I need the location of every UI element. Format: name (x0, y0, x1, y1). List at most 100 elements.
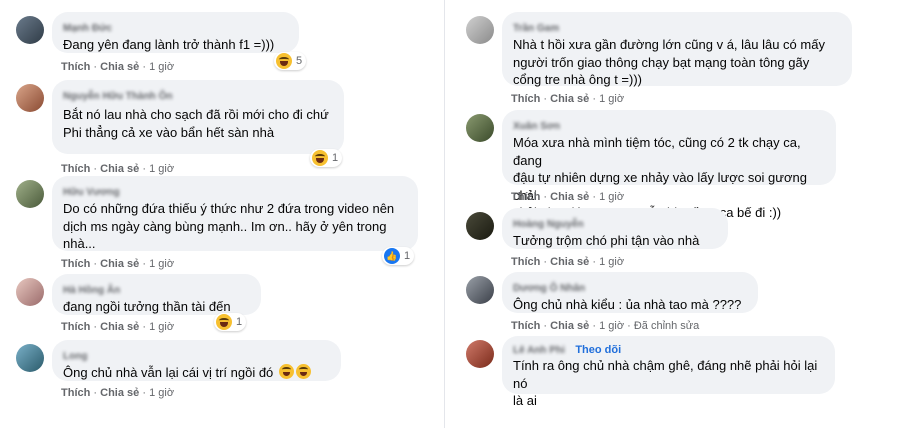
reaction-count: 5 (296, 55, 303, 67)
comment-header: Lê Anh Phi Theo dõi (513, 342, 824, 357)
share-link[interactable]: Chia sẻ (100, 61, 139, 73)
comment-author[interactable]: Hữu Vương (63, 186, 120, 199)
comment: Hoàng Nguyễn Tưởng trộm chó phi tận vào … (466, 208, 766, 268)
timestamp[interactable]: 1 giờ (599, 320, 624, 332)
comment-text: Nhà t hồi xưa gần đường lớn cũng v á, lâ… (513, 37, 825, 87)
column-divider (444, 0, 445, 428)
share-link[interactable]: Chia sẻ (100, 321, 139, 333)
comment-author[interactable]: Xuân Sơn (513, 120, 560, 133)
avatar[interactable] (466, 212, 494, 240)
share-link[interactable]: Chia sẻ (100, 387, 139, 399)
like-link[interactable]: Thích (61, 258, 90, 270)
comment: Hữu Vương Do có những đứa thiếu ý thức n… (16, 176, 436, 271)
comment-actions: Thích · Chia sẻ · 1 giờ (511, 191, 625, 203)
like-link[interactable]: Thích (511, 320, 540, 332)
comment-actions: Thích · Chia sẻ · 1 giờ (61, 61, 175, 73)
comment: Mạnh Đức Đang yên đang lành trở thành f1… (16, 12, 316, 73)
timestamp[interactable]: 1 giờ (599, 256, 624, 268)
comment: Dương Ô Nhân Ông chủ nhà kiểu : ủa nhà t… (466, 272, 796, 332)
haha-icon (278, 364, 294, 379)
share-link[interactable]: Chia sẻ (550, 256, 589, 268)
timestamp[interactable]: 1 giờ (149, 258, 174, 270)
avatar[interactable] (16, 16, 44, 44)
avatar[interactable] (16, 84, 44, 112)
share-link[interactable]: Chia sẻ (550, 93, 589, 105)
comment-bubble: Mạnh Đức Đang yên đang lành trở thành f1… (52, 12, 299, 53)
edited-label[interactable]: Đã chỉnh sửa (634, 320, 699, 332)
comment-text: Tưởng trộm chó phi tận vào nhà (513, 233, 700, 248)
reaction-count: 1 (332, 152, 339, 164)
comment-bubble: Dương Ô Nhân Ông chủ nhà kiểu : ủa nhà t… (502, 272, 758, 313)
comment-bubble: Long Ông chủ nhà vẫn lại cái vị trí ngồi… (52, 340, 341, 381)
share-link[interactable]: Chia sẻ (550, 191, 589, 203)
share-link[interactable]: Chia sẻ (100, 258, 139, 270)
reaction-badge[interactable]: 1 (310, 149, 343, 167)
avatar[interactable] (466, 340, 494, 368)
like-link[interactable]: Thích (61, 61, 90, 73)
comment-text: Bắt nó lau nhà cho sạch đã rồi mới cho đ… (63, 107, 329, 140)
comment-text-content: Ông chủ nhà vẫn lại cái vị trí ngồi đó (63, 365, 274, 380)
reaction-count: 1 (404, 250, 411, 262)
comment-bubble: Xuân Sơn Móa xưa nhà mình tiệm tóc, cũng… (502, 110, 836, 220)
haha-icon (312, 150, 328, 166)
comment-bubble: Nguyễn Hữu Thành Ôn Bắt nó lau nhà cho s… (52, 80, 344, 154)
comment-actions: Thích · Chia sẻ · 1 giờ (61, 258, 175, 270)
reaction-badge[interactable]: 5 (274, 52, 307, 70)
comment: Hà Hồng Ân đang ngồi tưởng thần tài đến … (16, 274, 266, 334)
comment-text: Ông chủ nhà kiểu : ủa nhà tao mà ???? (513, 297, 742, 312)
share-link[interactable]: Chia sẻ (100, 163, 139, 175)
comment: Long Ông chủ nhà vẫn lại cái vị trí ngồi… (16, 340, 346, 402)
timestamp[interactable]: 1 giờ (149, 61, 174, 73)
like-link[interactable]: Thích (61, 163, 90, 175)
comment-bubble: Lê Anh Phi Theo dõi Tính ra ông chủ nhà … (502, 336, 835, 408)
reaction-badge[interactable]: 👍 1 (382, 247, 415, 265)
share-link[interactable]: Chia sẻ (550, 320, 589, 332)
comment: Xuân Sơn Móa xưa nhà mình tiệm tóc, cũng… (466, 110, 906, 220)
avatar[interactable] (466, 276, 494, 304)
avatar[interactable] (466, 16, 494, 44)
comment-text: Do có những đứa thiếu ý thức như 2 đứa t… (63, 201, 395, 251)
comment-author[interactable]: Trần Gam (513, 22, 559, 35)
like-link[interactable]: Thích (511, 93, 540, 105)
avatar[interactable] (16, 180, 44, 208)
like-link[interactable]: Thích (61, 321, 90, 333)
comment-actions: Thích · Chia sẻ · 1 giờ (61, 163, 175, 175)
like-link[interactable]: Thích (61, 387, 90, 399)
timestamp[interactable]: 1 giờ (149, 321, 174, 333)
comment-bubble: Hà Hồng Ân đang ngồi tưởng thần tài đến (52, 274, 261, 315)
comment-author[interactable]: Hà Hồng Ân (63, 284, 120, 297)
like-link[interactable]: Thích (511, 191, 540, 203)
comment-author[interactable]: Lê Anh Phi (513, 344, 565, 357)
follow-button[interactable]: Theo dõi (575, 344, 621, 356)
haha-icon (216, 314, 232, 330)
reaction-count: 1 (236, 316, 243, 328)
comment: Trần Gam Nhà t hồi xưa gần đường lớn cũn… (466, 12, 906, 107)
comment-text: Đang yên đang lành trở thành f1 =))) (63, 37, 275, 52)
comment: Lê Anh Phi Theo dõi Tính ra ông chủ nhà … (466, 336, 906, 428)
comment-bubble: Trần Gam Nhà t hồi xưa gần đường lớn cũn… (502, 12, 852, 87)
comment-bubble: Hoàng Nguyễn Tưởng trộm chó phi tận vào … (502, 208, 728, 249)
comment-author[interactable]: Nguyễn Hữu Thành Ôn (63, 90, 173, 103)
comment-author[interactable]: Long (63, 350, 87, 363)
comment: Nguyễn Hữu Thành Ôn Bắt nó lau nhà cho s… (16, 80, 346, 175)
comment-actions: Thích · Chia sẻ · 1 giờ · Đã chỉnh sửa (511, 320, 700, 332)
comment-author[interactable]: Hoàng Nguyễn (513, 218, 584, 231)
comment-actions: Thích · Chia sẻ · 1 giờ (511, 256, 625, 268)
avatar[interactable] (466, 114, 494, 142)
reaction-badge[interactable]: 1 (214, 313, 247, 331)
avatar[interactable] (16, 278, 44, 306)
comment-actions: Thích · Chia sẻ · 1 giờ (61, 321, 175, 333)
timestamp[interactable]: 1 giờ (149, 387, 174, 399)
timestamp[interactable]: 1 giờ (149, 163, 174, 175)
comment-actions: Thích · Chia sẻ · 1 giờ (61, 387, 175, 399)
like-link[interactable]: Thích (511, 256, 540, 268)
comment-text: Tính ra ông chủ nhà chậm ghê, đáng nhẽ p… (513, 358, 818, 408)
comment-author[interactable]: Mạnh Đức (63, 22, 112, 35)
timestamp[interactable]: 1 giờ (599, 93, 624, 105)
haha-icon (295, 364, 311, 379)
comment-author[interactable]: Dương Ô Nhân (513, 282, 585, 295)
timestamp[interactable]: 1 giờ (599, 191, 624, 203)
avatar[interactable] (16, 344, 44, 372)
haha-icon (276, 53, 292, 69)
comment-bubble: Hữu Vương Do có những đứa thiếu ý thức n… (52, 176, 418, 251)
